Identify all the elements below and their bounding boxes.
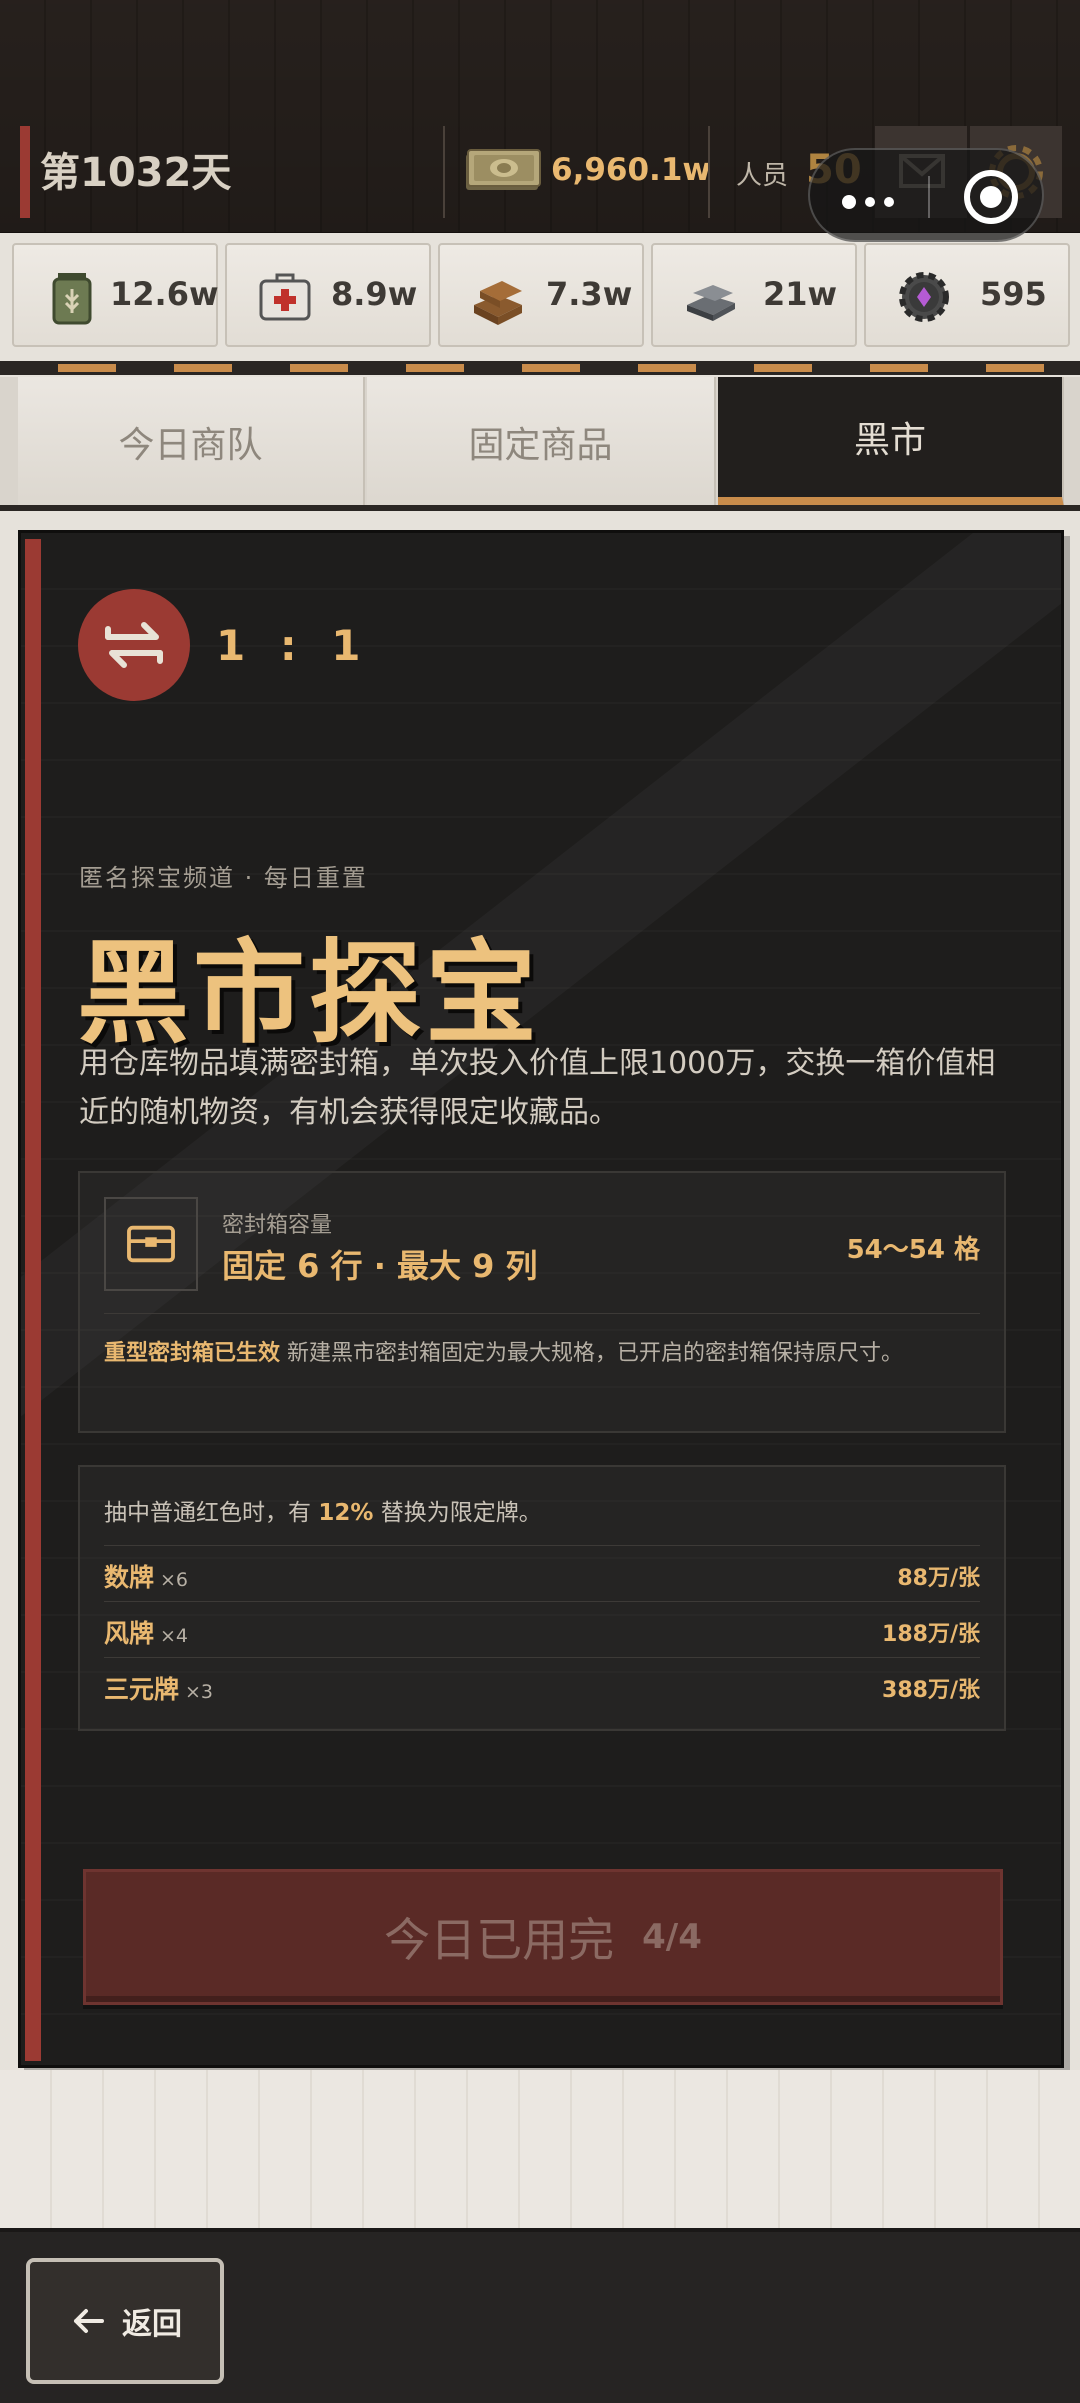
medkit-icon [259,273,311,321]
tab-today-caravan[interactable]: 今日商队 [18,377,365,507]
exchange-ratio: 1 : 1 [216,621,371,670]
card-accent-bar [25,539,41,2061]
promo-text: 抽中普通红色时，有 12% 替换为限定牌。 [104,1493,542,1527]
button-label: 今日已用完 [384,1913,615,1967]
panel-divider [104,1313,980,1314]
paper-background [0,2070,1080,2230]
more-icon[interactable] [842,192,903,211]
uses-counter: 4/4 [642,1917,702,1957]
black-market-card: 1 : 1 匿名探宝频道 · 每日重置 黑市探宝 用仓库物品填满密封箱，单次投入… [18,530,1064,2068]
wood-planks-icon [474,281,522,325]
heavy-box-note: 重型密封箱已生效 新建黑市密封箱固定为最大规格，已开启的密封箱保持原尺寸。 [104,1337,984,1371]
note-text: 新建黑市密封箱固定为最大规格，已开启的密封箱保持原尺寸。 [287,1341,904,1366]
resource-row: 12.6w 8.9w 7.3w 21w 595 [0,233,1080,353]
market-description: 用仓库物品填满密封箱，单次投入价值上限1000万，交换一箱价值相近的随机物资，有… [79,1046,996,1130]
resource-value: 12.6w [110,275,219,313]
tab-bar: 今日商队 固定商品 黑市 [0,377,1080,509]
header-divider [708,126,710,218]
gear-part-icon [899,272,949,322]
back-label: 返回 [122,2307,182,2342]
steel-ingot-icon [687,285,735,321]
capacity-label: 密封箱容量 [222,1213,333,1238]
tile-price: 188万/张 [882,1622,980,1647]
promo-prefix: 抽中普通红色时，有 [104,1500,311,1526]
arrow-left-icon [74,2309,104,2333]
resource-value: 8.9w [331,275,418,313]
resource-parts[interactable]: 595 [864,243,1070,347]
limited-tiles-panel: 抽中普通红色时，有 12% 替换为限定牌。 数牌 ×6 88万/张 风牌 ×4 18… [78,1465,1006,1731]
capacity-value: 固定 6 行 · 最大 9 列 [222,1247,538,1285]
staff-label: 人员 [736,161,789,191]
capacity-count: 54～54 格 [846,1235,980,1265]
resource-wood[interactable]: 7.3w [438,243,644,347]
resource-value: 595 [980,275,1047,313]
resource-medkit[interactable]: 8.9w [225,243,431,347]
tile-name: 风牌 ×4 [104,1619,189,1648]
tab-fixed-goods[interactable]: 固定商品 [367,377,716,507]
back-button[interactable]: 返回 [26,2258,224,2384]
day-accent-bar [20,126,30,218]
bottom-bar: 返回 [0,2228,1080,2403]
tile-row: 三元牌 ×3 388万/张 [104,1657,980,1713]
tile-price: 88万/张 [897,1566,980,1591]
day-counter: 第1032天 [40,150,232,196]
channel-kicker: 匿名探宝频道 · 每日重置 [79,864,368,892]
header-divider [443,126,445,218]
chest-icon [104,1197,198,1291]
note-highlight: 重型密封箱已生效 [104,1341,281,1366]
tab-underline [0,505,1080,511]
tile-price: 388万/张 [882,1678,980,1703]
swap-arrows-icon [105,622,163,668]
money-value: 6,960.1w [551,152,712,188]
resource-value: 21w [763,275,838,313]
hazard-stripe [0,361,1080,375]
tile-row: 数牌 ×6 88万/张 [104,1545,980,1601]
promo-suffix: 替换为限定牌。 [380,1500,542,1526]
tile-row: 风牌 ×4 188万/张 [104,1601,980,1657]
close-target-icon[interactable] [964,170,1018,224]
grain-sack-icon [52,273,92,325]
exchange-button-disabled[interactable]: 今日已用完 4/4 [83,1869,1003,2005]
resource-steel[interactable]: 21w [651,243,857,347]
miniprogram-capsule[interactable] [808,148,1044,242]
resource-value: 7.3w [546,275,633,313]
tile-name: 数牌 ×6 [104,1563,189,1592]
tile-name: 三元牌 ×3 [104,1675,214,1704]
swap-badge [78,589,190,701]
capacity-panel: 密封箱容量 固定 6 行 · 最大 9 列 54～54 格 重型密封箱已生效 新… [78,1171,1006,1433]
promo-percent: 12% [318,1500,374,1526]
capsule-divider [928,176,930,218]
tab-black-market[interactable]: 黑市 [718,377,1064,507]
resource-grain[interactable]: 12.6w [12,243,219,347]
cash-icon [466,149,541,190]
